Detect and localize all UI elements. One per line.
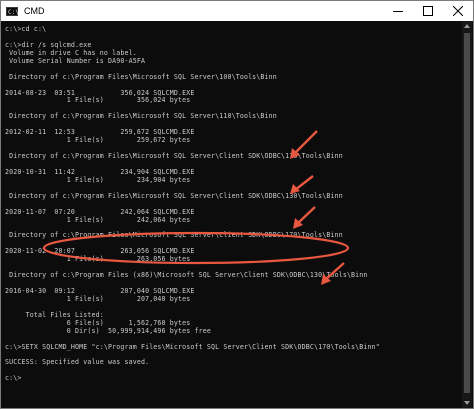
console-output[interactable]: c:\>cd c:\ c:\>dir /s sqlcmd.exe Volume i…	[1, 21, 463, 408]
scroll-up-button[interactable]	[462, 21, 472, 31]
scroll-down-button[interactable]	[462, 398, 472, 408]
minimize-button[interactable]	[383, 1, 413, 21]
maximize-icon	[423, 6, 433, 16]
console-line: Directory of c:\Program Files\Microsoft …	[5, 152, 343, 160]
scroll-thumb[interactable]	[464, 33, 470, 393]
console-line: Directory of c:\Program Files\Microsoft …	[5, 112, 277, 121]
console-line: 0 Dir(s) 50,999,914,496 bytes free	[5, 326, 211, 335]
console-lines: c:\>cd c:\ c:\>dir /s sqlcmd.exe Volume i…	[5, 25, 380, 383]
vertical-scrollbar[interactable]	[462, 21, 472, 408]
console-line: 1 File(s) 207,040 bytes	[5, 294, 191, 303]
console-line: Directory of c:\Program Files\Microsoft …	[5, 231, 343, 240]
console-line: Directory of c:\Program Files\Microsoft …	[5, 191, 343, 200]
minimize-icon	[393, 11, 403, 12]
cmd-window: C:\ CMD c:\>cd c:\ c:\>dir /s sqlcmd.exe …	[0, 0, 474, 409]
close-icon	[453, 6, 463, 16]
maximize-button[interactable]	[413, 1, 443, 21]
console-line: 1 File(s) 259,672 bytes	[5, 136, 191, 145]
console-line: 1 File(s) 356,024 bytes	[5, 96, 191, 105]
console-line: Directory of c:\Program Files (x86)\Micr…	[5, 271, 368, 280]
console-line: 1 File(s) 242,064 bytes	[5, 215, 191, 224]
console-line: c:\>cd c:\	[5, 25, 47, 33]
console-line: c:\>	[5, 374, 22, 383]
console-line: 1 File(s) 234,904 bytes	[5, 175, 191, 184]
console-line: c:\>SETX SQLCMD_HOME "c:\Program Files\M…	[5, 342, 380, 351]
console-line: Volume Serial Number is DA90-A5FA	[5, 56, 146, 65]
console-line: Directory of c:\Program Files\Microsoft …	[5, 72, 277, 81]
scroll-down-arrow-icon	[464, 401, 470, 405]
window-title: CMD	[24, 6, 45, 16]
title-bar[interactable]: C:\ CMD	[1, 1, 473, 21]
console-line: SUCCESS: Specified value was saved.	[5, 358, 150, 367]
console-line: 1 File(s) 263,056 bytes	[5, 255, 191, 264]
scroll-up-arrow-icon	[464, 24, 470, 28]
window-controls	[383, 1, 473, 21]
close-button[interactable]	[443, 1, 473, 21]
cmd-app-icon: C:\	[6, 6, 19, 16]
